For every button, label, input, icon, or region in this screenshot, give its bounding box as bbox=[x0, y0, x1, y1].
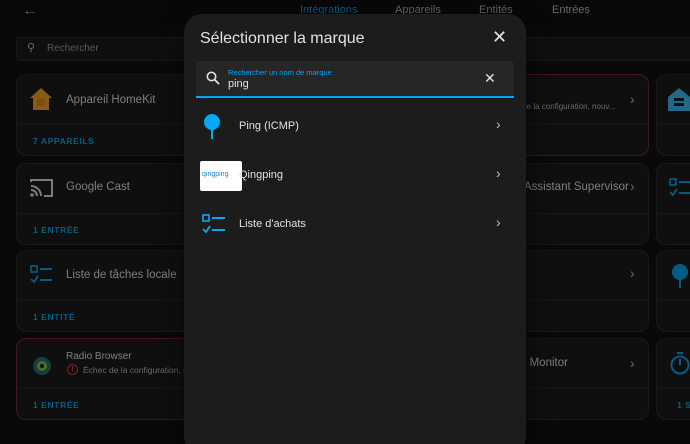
brand-item-label: Ping (ICMP) bbox=[239, 120, 299, 132]
qingping-logo: qingping bbox=[200, 161, 242, 191]
chevron-right-icon: › bbox=[496, 214, 501, 230]
brand-item-label: Liste d'achats bbox=[239, 218, 306, 230]
ping-icon bbox=[204, 114, 220, 139]
brand-item-ping[interactable]: Ping (ICMP) › bbox=[184, 106, 526, 150]
checklist-icon bbox=[202, 214, 225, 234]
search-icon bbox=[206, 71, 220, 85]
brand-search-field[interactable]: Rechercher un nom de marque ping ✕ bbox=[196, 61, 514, 98]
chevron-right-icon: › bbox=[496, 116, 501, 132]
brand-item-shopping-list[interactable]: Liste d'achats › bbox=[184, 204, 526, 248]
select-brand-dialog: Sélectionner la marque ✕ Rechercher un n… bbox=[184, 14, 526, 444]
brand-item-qingping[interactable]: qingping Qingping › bbox=[184, 155, 526, 199]
search-field-label: Rechercher un nom de marque bbox=[228, 68, 332, 77]
clear-icon[interactable]: ✕ bbox=[484, 70, 496, 87]
brand-item-label: Qingping bbox=[239, 169, 284, 181]
close-icon[interactable]: ✕ bbox=[492, 27, 507, 48]
chevron-right-icon: › bbox=[496, 165, 501, 181]
dialog-title: Sélectionner la marque bbox=[200, 30, 365, 47]
search-field-value[interactable]: ping bbox=[228, 78, 249, 90]
